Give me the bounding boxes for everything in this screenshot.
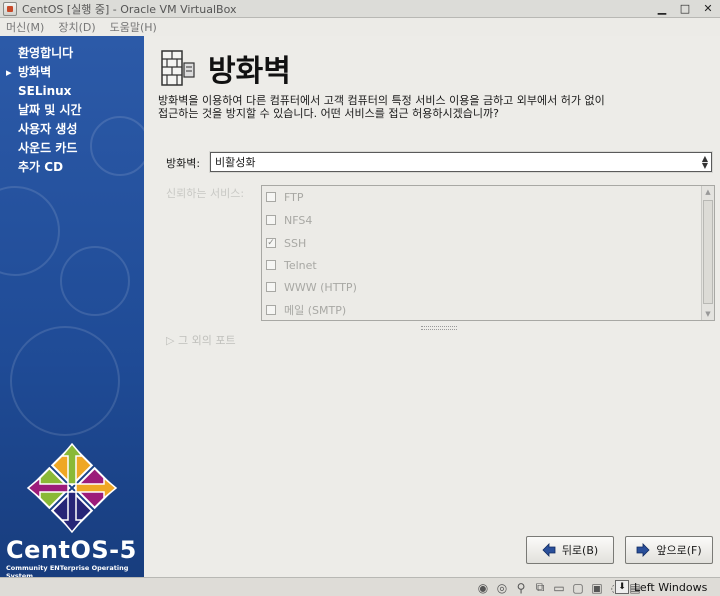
service-label: Telnet: [284, 258, 317, 272]
expander-arrow-icon: ▷: [166, 334, 175, 347]
updown-arrows-icon: ▲ ▼: [701, 154, 708, 170]
decor-swirl: [0, 186, 60, 276]
arrow-left-icon: [542, 543, 556, 557]
service-label: 메일 (SMTP): [284, 304, 347, 317]
close-button[interactable]: ✕: [698, 1, 718, 16]
step-welcome: 환영합니다: [18, 46, 74, 60]
menu-bar: 머신(M) 장치(D) 도움말(H): [0, 18, 720, 36]
service-ftp[interactable]: FTP: [266, 189, 304, 205]
shared-folder-icon[interactable]: ▭: [551, 580, 567, 595]
back-button[interactable]: 뒤로(B): [526, 536, 614, 564]
firewall-icon: [161, 50, 195, 86]
minimize-button[interactable]: ▁: [652, 1, 672, 16]
service-ssh[interactable]: ✓ SSH: [266, 235, 306, 251]
step-firewall: 방화벽: [0, 63, 144, 82]
menu-help[interactable]: 도움말(H): [110, 19, 157, 35]
display-icon[interactable]: ▢: [570, 580, 586, 595]
setup-sidebar: 환영합니다 방화벽 SELinux 날짜 및 시간 사용자 생성 사운드 카드 …: [0, 36, 144, 577]
firewall-label: 방화벽:: [166, 157, 201, 170]
service-label: SSH: [284, 236, 307, 250]
firewall-page: 방화벽 방화벽을 이용하여 다른 컴퓨터에서 고객 컴퓨터의 특정 서비스 이용…: [144, 36, 720, 577]
window-titlebar: CentOS [실행 중] - Oracle VM VirtualBox ▁ □…: [0, 0, 720, 18]
service-nfs4[interactable]: NFS4: [266, 212, 312, 228]
virtualbox-icon: [3, 1, 17, 16]
step-selinux: SELinux: [18, 84, 72, 98]
step-date-time: 날짜 및 시간: [18, 103, 82, 117]
next-button[interactable]: 앞으로(F): [625, 536, 713, 564]
optical-drive-icon[interactable]: ◎: [494, 580, 510, 595]
network-icon[interactable]: ⧉: [532, 580, 548, 595]
hard-disk-icon[interactable]: ◉: [475, 580, 491, 595]
centos-tagline: Community ENTerprise Operating System: [6, 564, 129, 577]
video-capture-icon[interactable]: ▣: [589, 580, 605, 595]
checkbox-nfs4[interactable]: [266, 215, 276, 225]
scroll-down-icon[interactable]: ▼: [702, 308, 714, 320]
firewall-select[interactable]: 비활성화 ▲ ▼: [210, 152, 712, 172]
step-list: 환영합니다 방화벽 SELinux 날짜 및 시간 사용자 생성 사운드 카드 …: [0, 44, 144, 177]
arrow-right-icon: [636, 543, 650, 557]
firewall-description: 방화벽을 이용하여 다른 컴퓨터에서 고객 컴퓨터의 특정 서비스 이용을 금하…: [158, 94, 605, 120]
decor-swirl: [10, 326, 120, 436]
trusted-services-label: 신뢰하는 서비스:: [166, 187, 245, 200]
step-additional-cd: 추가 CD: [18, 160, 64, 174]
service-label: WWW (HTTP): [284, 280, 357, 294]
service-label: NFS4: [284, 213, 313, 227]
other-ports-label: 그 외의 포트: [177, 334, 236, 347]
checkbox-ssh[interactable]: ✓: [266, 238, 276, 248]
step-sound-card: 사운드 카드: [18, 141, 78, 155]
checkbox-http[interactable]: [266, 282, 276, 292]
host-key-label[interactable]: Left Windows: [634, 581, 707, 594]
centos-logo-icon: [26, 442, 118, 534]
resize-grip[interactable]: [421, 326, 457, 330]
service-http[interactable]: WWW (HTTP): [266, 279, 357, 295]
window-title: CentOS [실행 중] - Oracle VM VirtualBox: [22, 2, 237, 16]
scrollbar-thumb[interactable]: [703, 200, 713, 304]
service-smtp[interactable]: 메일 (SMTP): [266, 302, 346, 318]
back-button-label: 뒤로(B): [561, 544, 599, 557]
page-title: 방화벽: [208, 54, 291, 89]
menu-devices[interactable]: 장치(D): [58, 19, 95, 35]
status-bar: ◉ ◎ ⚲ ⧉ ▭ ▢ ▣ ◌ ▤ ⬇ Left Windows: [0, 577, 720, 596]
trusted-services-list: FTP NFS4 ✓ SSH Telnet WWW (HTTP) 메일 (SMT…: [261, 185, 715, 321]
centos-brand: CentOS-5: [6, 536, 137, 564]
service-label: FTP: [284, 190, 304, 204]
checkbox-ftp[interactable]: [266, 192, 276, 202]
other-ports-expander[interactable]: ▷ 그 외의 포트: [166, 332, 236, 348]
next-button-label: 앞으로(F): [656, 544, 702, 557]
maximize-button[interactable]: □: [675, 1, 695, 16]
decor-swirl: [60, 246, 130, 316]
service-telnet[interactable]: Telnet: [266, 257, 317, 273]
firewall-select-value: 비활성화: [215, 156, 256, 169]
usb-icon[interactable]: ⚲: [513, 580, 529, 595]
scroll-up-icon[interactable]: ▲: [702, 186, 714, 198]
step-create-user: 사용자 생성: [18, 122, 78, 136]
host-key-arrow-icon: ⬇: [615, 580, 629, 594]
checkbox-smtp[interactable]: [266, 305, 276, 315]
page-heading: 방화벽: [160, 46, 291, 90]
services-scrollbar[interactable]: ▲ ▼: [701, 186, 714, 320]
menu-machine[interactable]: 머신(M): [6, 19, 44, 35]
checkbox-telnet[interactable]: [266, 260, 276, 270]
